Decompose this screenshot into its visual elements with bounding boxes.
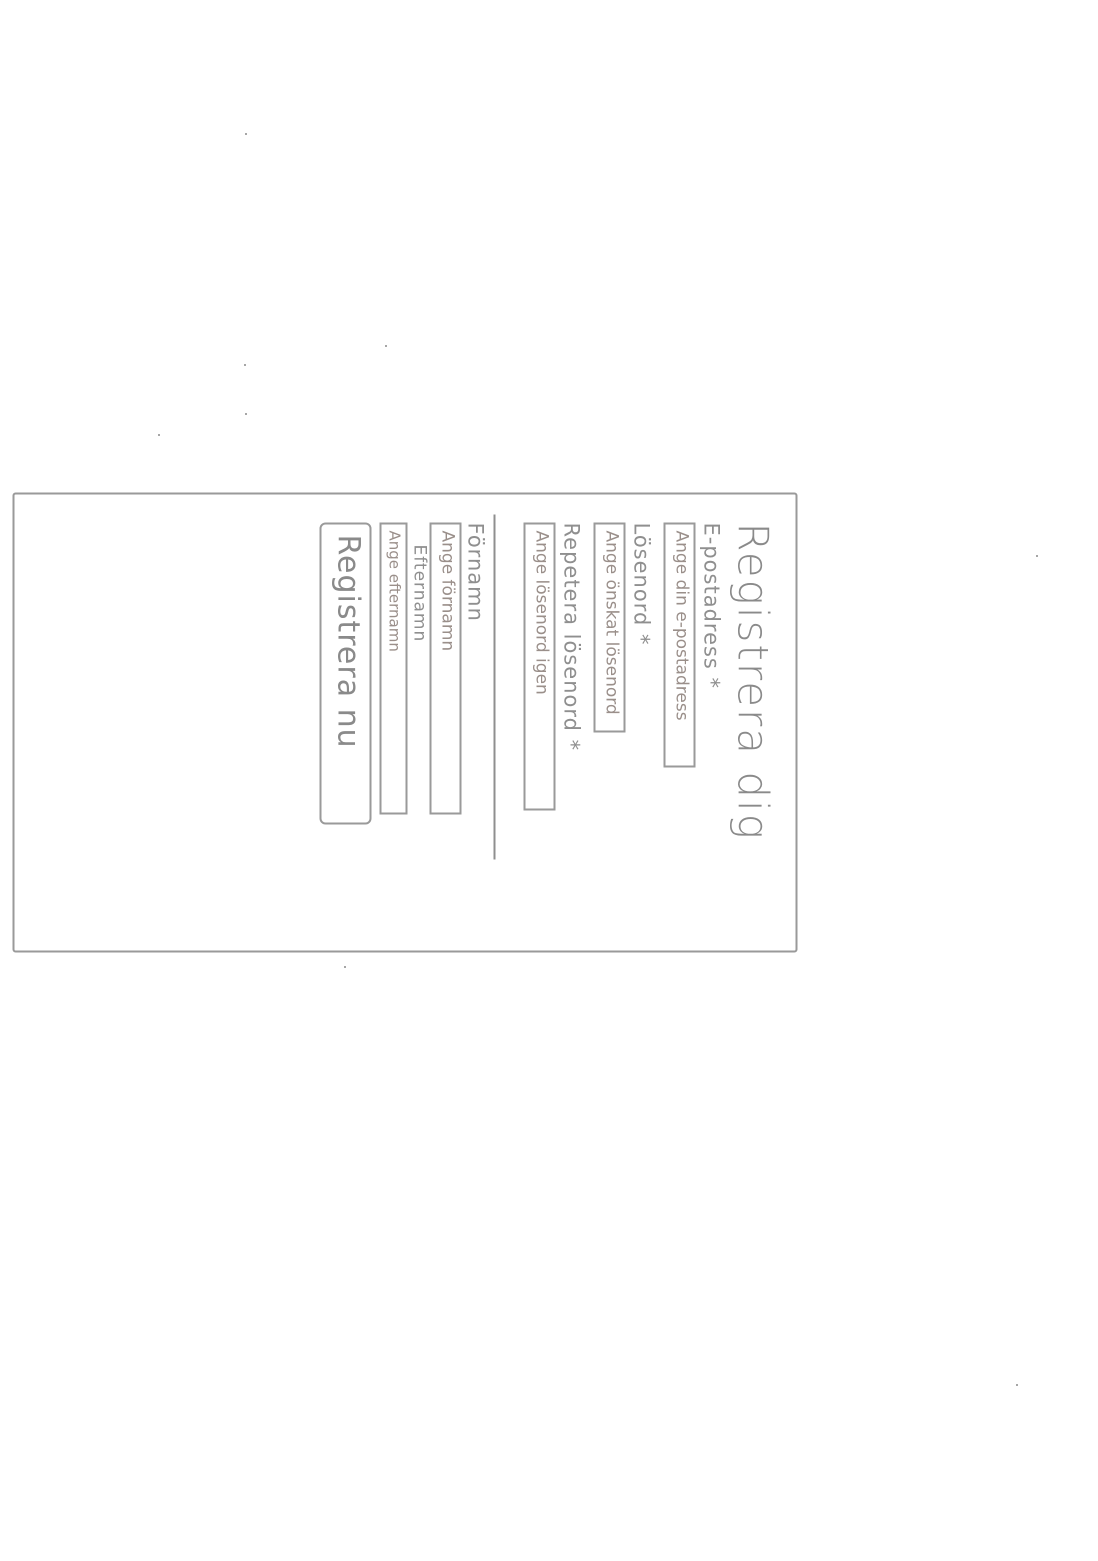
repeat-password-field[interactable]: Ange lösenord igen (523, 522, 556, 811)
speck (344, 966, 346, 968)
section-divider (493, 514, 496, 860)
form-title: Registrera dig (728, 522, 778, 841)
password-label: Lösenord * (629, 522, 654, 646)
paper-sheet: Registrera dig E-postadress * Ange din e… (0, 0, 1098, 1561)
speck (158, 434, 160, 436)
email-field[interactable]: Ange din e-postadress (663, 522, 696, 768)
speck (245, 133, 247, 135)
first-name-field[interactable]: Ange förnamn (429, 522, 462, 815)
email-label: E-postadress * (699, 522, 724, 690)
speck (1036, 555, 1038, 557)
last-name-field[interactable]: Ange efternamn (379, 522, 408, 815)
repeat-password-label: Repetera lösenord * (559, 522, 584, 752)
speck (244, 364, 246, 366)
registration-form: Registrera dig E-postadress * Ange din e… (12, 492, 798, 953)
first-name-label: Förnamn (463, 522, 488, 622)
speck (385, 345, 387, 347)
password-field[interactable]: Ange önskat lösenord (593, 522, 626, 733)
register-button[interactable]: Registrera nu (319, 522, 372, 825)
last-name-label: Efternamn (409, 544, 430, 643)
speck (245, 413, 247, 415)
speck (1016, 1384, 1018, 1386)
